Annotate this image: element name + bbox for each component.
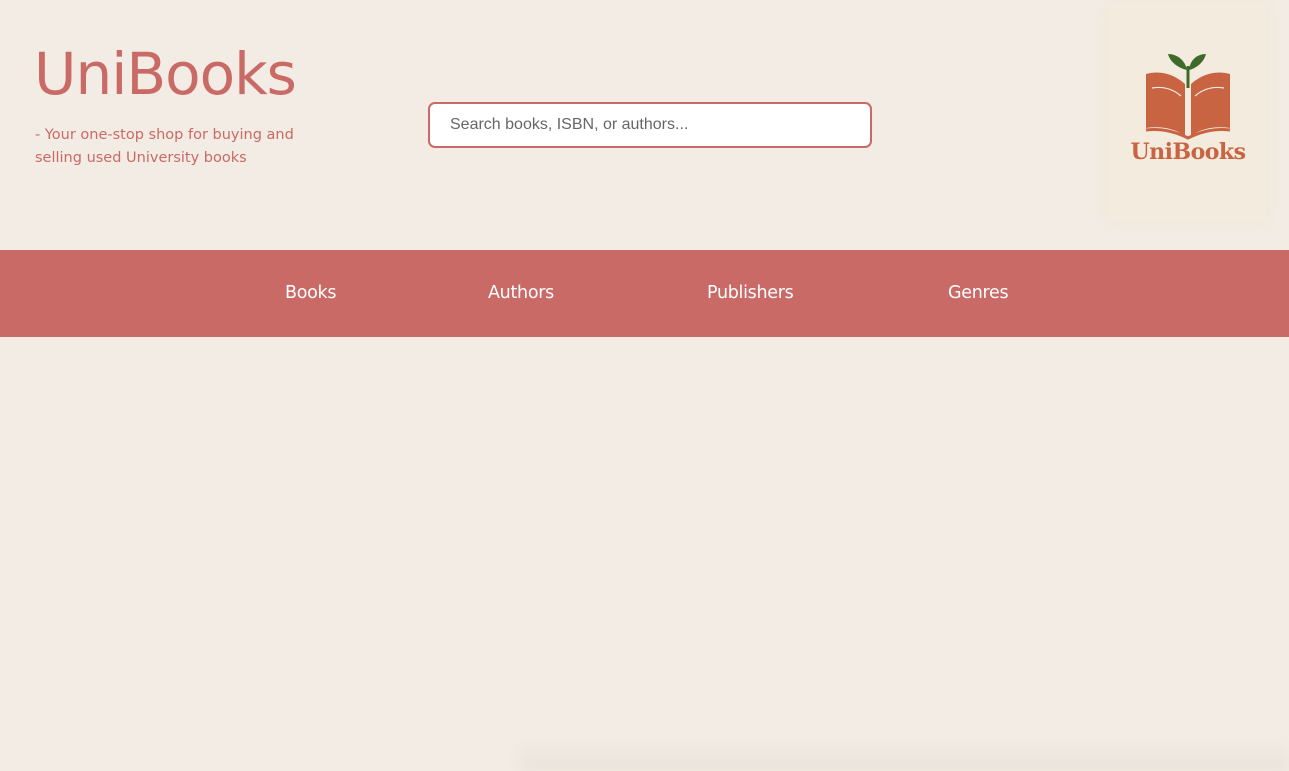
logo-text: UniBooks (1130, 139, 1246, 165)
book-sprout-icon (1145, 54, 1231, 140)
brand-logo[interactable]: UniBooks (1108, 4, 1266, 222)
search-input[interactable] (428, 102, 872, 148)
main-content (0, 337, 1289, 771)
main-nav: Books Authors Publishers Genres (0, 250, 1289, 337)
nav-item-genres[interactable]: Genres (948, 250, 1009, 337)
nav-item-books[interactable]: Books (285, 250, 336, 337)
site-title[interactable]: UniBooks (34, 38, 297, 110)
site-tagline: - Your one-stop shop for buying and sell… (35, 127, 294, 166)
nav-item-authors[interactable]: Authors (488, 250, 554, 337)
nav-item-publishers[interactable]: Publishers (707, 250, 794, 337)
site-header: UniBooks - Your one-stop shop for buying… (0, 0, 1289, 250)
bottom-shadow (520, 740, 1289, 771)
